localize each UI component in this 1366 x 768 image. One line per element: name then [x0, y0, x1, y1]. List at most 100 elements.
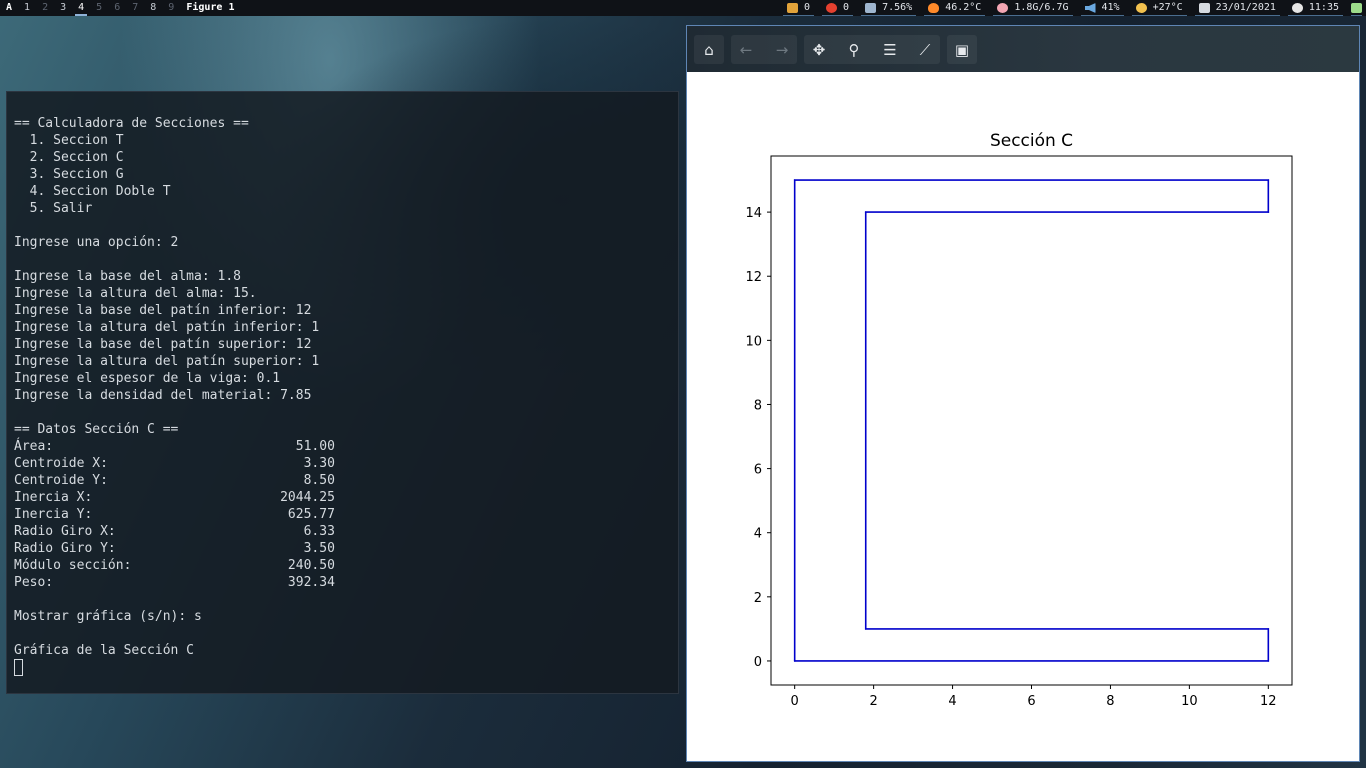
x-tick-label: 4 [948, 694, 956, 709]
terminal-line: Radio Giro X: 6.33 [14, 524, 335, 539]
terminal-line: Ingrese la altura del patín inferior: 1 [14, 320, 320, 335]
clock-icon [1291, 3, 1303, 13]
data-point [1267, 179, 1270, 181]
terminal-line: 3. Seccion G [14, 167, 124, 182]
data-point [1267, 211, 1270, 213]
home-icon: ⌂ [704, 40, 714, 59]
series-line-0 [793, 179, 1270, 662]
terminal-line: 1. Seccion T [14, 133, 124, 148]
status-modules: 0 0 7.56% 46.2°C 1.8G/6.7G 41% +27°C 23/… [779, 0, 1366, 16]
terminal-line: Ingrese la base del patín superior: 12 [14, 337, 312, 352]
terminal-prompt-line [14, 659, 335, 676]
axes-frame [770, 155, 1293, 686]
terminal-line: 2. Seccion C [14, 150, 124, 165]
time-value: 11:35 [1308, 2, 1339, 13]
y-tick-label: 2 [754, 591, 762, 606]
zoom-button[interactable]: ⚲ [839, 35, 869, 64]
terminal-line: Centroide X: 3.30 [14, 456, 335, 471]
terminal-output: == Calculadora de Secciones == 1. Seccio… [14, 115, 335, 676]
x-tick-label: 6 [1027, 694, 1035, 709]
distro-logo-icon[interactable]: A [0, 0, 18, 16]
arrow-left-icon: ← [739, 40, 753, 59]
x-tick-label: 10 [1181, 694, 1198, 709]
home-button[interactable]: ⌂ [694, 35, 724, 64]
date-value: 23/01/2021 [1215, 2, 1276, 13]
data-point [1267, 660, 1270, 662]
updates-module[interactable]: 0 [779, 0, 818, 16]
terminal-line: Ingrese la base del patín inferior: 12 [14, 303, 312, 318]
terminal-line: Ingrese la densidad del material: 7.85 [14, 388, 312, 403]
y-tick-label: 0 [754, 655, 762, 670]
edit-axes-button[interactable]: ⟋ [910, 35, 940, 64]
terminal-line: Peso: 392.34 [14, 575, 335, 590]
terminal-line: Centroide Y: 8.50 [14, 473, 335, 488]
workspace-1[interactable]: 1 [18, 0, 36, 16]
workspace-list: 123456789 [18, 0, 180, 16]
app-icon [1351, 3, 1362, 13]
top-bar: A 123456789 Figure 1 0 0 7.56% 46.2°C 1.… [0, 0, 1366, 16]
pomodoro-module[interactable]: 0 [818, 0, 857, 16]
terminal-cursor [14, 659, 23, 676]
workspace-6[interactable]: 6 [108, 0, 126, 16]
volume-level: 41% [1101, 2, 1120, 13]
memory-module[interactable]: 1.8G/6.7G [989, 0, 1076, 16]
speaker-icon [1084, 3, 1096, 13]
workspace-3[interactable]: 3 [54, 0, 72, 16]
data-point [793, 660, 796, 662]
app-module[interactable] [1347, 0, 1366, 16]
terminal-window[interactable]: == Calculadora de Secciones == 1. Seccio… [6, 91, 679, 694]
subplots-button[interactable]: ☰ [875, 35, 905, 64]
y-tick-label: 12 [745, 270, 762, 285]
workspace-4[interactable]: 4 [72, 0, 90, 16]
y-tick-label: 14 [745, 206, 762, 221]
chart-title: Sección C [990, 131, 1073, 151]
terminal-line: Área: 51.00 [14, 439, 335, 454]
forward-button[interactable]: → [767, 35, 797, 64]
cpu-usage: 7.56% [882, 2, 913, 13]
data-point [1267, 628, 1270, 630]
workspace-9[interactable]: 9 [162, 0, 180, 16]
laptop-icon [865, 3, 877, 13]
workspace-2[interactable]: 2 [36, 0, 54, 16]
cpu-module[interactable]: 7.56% [857, 0, 920, 16]
data-point [793, 179, 796, 181]
temperature-value: 46.2°C [945, 2, 982, 13]
y-tick-label: 6 [754, 463, 762, 478]
weather-module[interactable]: +27°C [1128, 0, 1191, 16]
plot-canvas[interactable]: Sección C 0 2 4 6 8 10 12 0 2 4 6 8 10 12 14 [687, 72, 1359, 761]
matplotlib-figure-window[interactable]: ⌂ ← → ✥ ⚲ ☰ ⟋ ▣ Sección C 0 2 4 6 8 10 12 0 2 4 6 8 10 12 14 [686, 25, 1360, 762]
figure-toolbar: ⌂ ← → ✥ ⚲ ☰ ⟋ ▣ [687, 26, 1359, 72]
x-tick-label: 8 [1106, 694, 1114, 709]
back-button[interactable]: ← [731, 35, 761, 64]
x-tick-label: 2 [869, 694, 877, 709]
terminal-line: Mostrar gráfica (s/n): s [14, 609, 202, 624]
memory-usage: 1.8G/6.7G [1014, 2, 1069, 13]
terminal-line: Módulo sección: 240.50 [14, 558, 335, 573]
workspace-8[interactable]: 8 [144, 0, 162, 16]
terminal-line: Ingrese el espesor de la viga: 0.1 [14, 371, 281, 386]
workspace-7[interactable]: 7 [126, 0, 144, 16]
workspace-5[interactable]: 5 [90, 0, 108, 16]
date-module[interactable]: 23/01/2021 [1191, 0, 1284, 16]
terminal-line: Radio Giro Y: 3.50 [14, 541, 335, 556]
arrow-right-icon: → [775, 40, 789, 59]
volume-module[interactable]: 41% [1077, 0, 1128, 16]
pan-button[interactable]: ✥ [804, 35, 834, 64]
pomodoro-count: 0 [843, 2, 850, 13]
y-tick-label: 8 [754, 398, 762, 413]
updates-count: 0 [804, 2, 811, 13]
save-button[interactable]: ▣ [947, 35, 977, 64]
clock-module[interactable]: 11:35 [1284, 0, 1347, 16]
brain-icon [997, 3, 1009, 13]
data-point [864, 211, 867, 213]
calendar-icon [1198, 3, 1210, 13]
temperature-module[interactable]: 46.2°C [920, 0, 989, 16]
terminal-line: Ingrese la base del alma: 1.8 [14, 269, 241, 284]
focused-window-title: Figure 1 [186, 2, 235, 13]
floppy-icon: ▣ [954, 40, 970, 59]
